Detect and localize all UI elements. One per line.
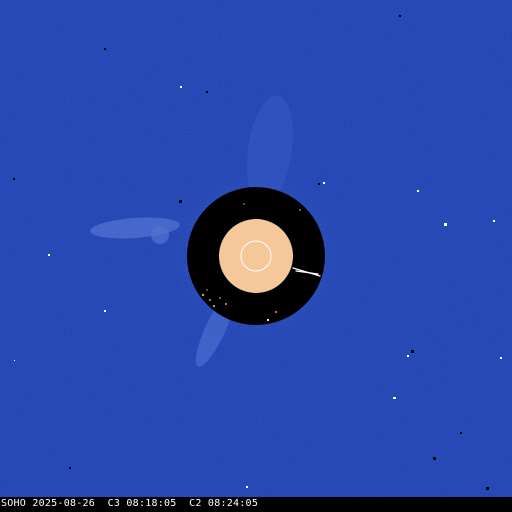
image-caption: SOHO 2025-08-26 C3 08:18:05 C2 08:24:05: [1, 498, 259, 509]
caption-bar: SOHO 2025-08-26 C3 08:18:05 C2 08:24:05: [0, 497, 512, 512]
sun-disk: [219, 219, 293, 293]
coronagraph-image: [0, 0, 512, 497]
coronagraph-frame: SOHO 2025-08-26 C3 08:18:05 C2 08:24:05: [0, 0, 512, 512]
